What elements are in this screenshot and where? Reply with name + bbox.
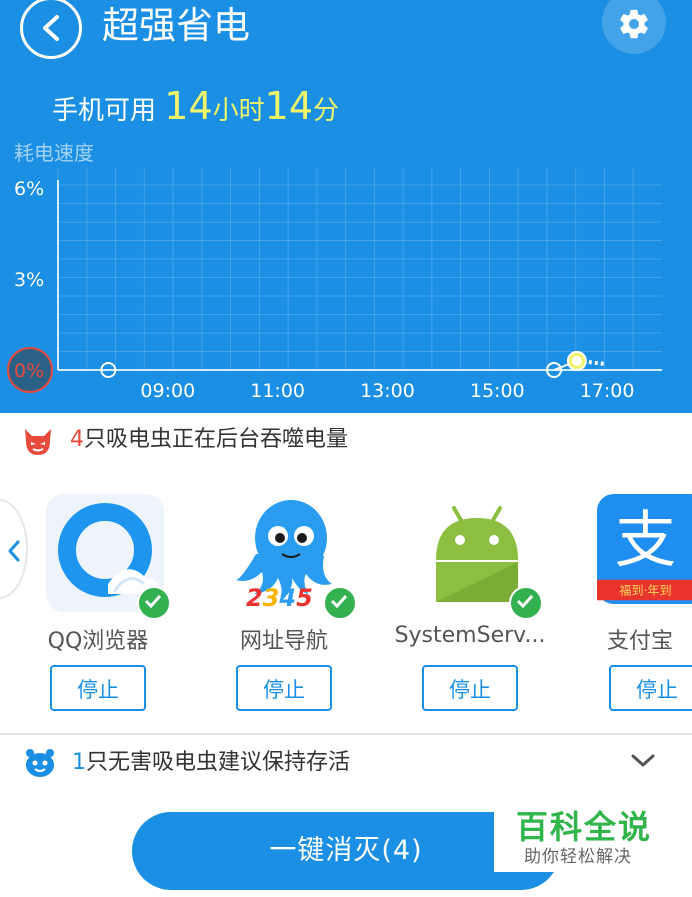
alipay-icon: 支 福到·年到 xyxy=(597,494,692,604)
app-name: QQ浏览器 xyxy=(47,629,149,654)
chevron-down-icon[interactable] xyxy=(630,753,656,769)
remaining-hours: 14 xyxy=(164,84,213,128)
x-tick-label: 09:00 xyxy=(140,380,195,402)
page-title: 超强省电 xyxy=(102,4,250,47)
chevron-left-icon xyxy=(43,15,59,41)
power-usage-chart: 6% 3% 0% 09:00 11:00 13:00 15:00 17:00 xyxy=(7,168,662,402)
gear-icon xyxy=(620,9,648,39)
watermark-subtitle: 助你轻松解决 xyxy=(524,847,632,867)
app-name: 网址导航 xyxy=(239,629,328,654)
x-tick-label: 13:00 xyxy=(360,380,415,402)
hours-unit: 小时 xyxy=(212,96,265,126)
app-item[interactable]: QQ浏览器 停止 xyxy=(8,469,188,734)
app-list: QQ浏览器 停止 2345 网址导航 停止 SystemServ... 停止 支… xyxy=(0,469,692,734)
x-tick-label: 15:00 xyxy=(470,380,525,402)
x-tick-label: 11:00 xyxy=(250,380,305,402)
settings-button[interactable] xyxy=(602,0,666,54)
battery-remaining: 手机可用 14小时14分 xyxy=(52,84,339,133)
selected-check-icon[interactable] xyxy=(323,586,357,620)
harmless-text: 1只无害吸电虫建议保持存活 xyxy=(72,748,350,778)
back-button[interactable] xyxy=(20,0,82,59)
stop-button[interactable]: 停止 xyxy=(609,665,692,711)
app-item[interactable]: 支 福到·年到 支付宝 停止 xyxy=(567,469,692,734)
app-name: SystemServ... xyxy=(394,623,546,648)
icon-text-2345: 2345 xyxy=(246,584,313,612)
hazard-label: 只吸电虫正在后台吞噬电量 xyxy=(84,427,349,452)
remaining-minutes: 14 xyxy=(264,84,314,128)
y-tick-label: 6% xyxy=(14,178,44,200)
hazard-count: 4 xyxy=(70,427,84,452)
remaining-prefix: 手机可用 xyxy=(52,96,157,126)
hazard-summary: 4只吸电虫正在后台吞噬电量 xyxy=(0,413,692,469)
stop-button[interactable]: 停止 xyxy=(422,665,518,711)
harmless-label: 只无害吸电虫建议保持存活 xyxy=(86,750,351,775)
power-saving-panel: 超强省电 手机可用 14小时14分 耗电速度 6% 3% 0% 09:00 11:00 1… xyxy=(0,0,692,413)
stop-button[interactable]: 停止 xyxy=(236,665,332,711)
x-tick-label: 17:00 xyxy=(580,380,635,402)
app-name: 支付宝 xyxy=(607,629,674,654)
current-point-core xyxy=(571,355,582,366)
alipay-banner-text: 福到·年到 xyxy=(619,583,671,598)
friendly-bug-icon xyxy=(26,749,54,777)
app-item[interactable]: 2345 网址导航 停止 xyxy=(194,469,374,734)
y-tick-label: 0% xyxy=(14,360,44,382)
devil-icon xyxy=(25,429,51,455)
harmless-count: 1 xyxy=(72,750,86,775)
watermark: 百科全说 助你轻松解决 xyxy=(494,800,692,872)
harmless-summary[interactable]: 1只无害吸电虫建议保持存活 xyxy=(0,735,692,793)
selected-check-icon[interactable] xyxy=(509,586,543,620)
minutes-unit: 分 xyxy=(313,96,340,126)
hazard-text: 4只吸电虫正在后台吞噬电量 xyxy=(70,425,348,455)
stop-button[interactable]: 停止 xyxy=(50,665,146,711)
app-item[interactable]: SystemServ... 停止 xyxy=(380,469,560,734)
alipay-icon-text: 支 xyxy=(615,504,677,576)
y-tick-label: 3% xyxy=(14,269,44,291)
selected-check-icon[interactable] xyxy=(137,586,171,620)
